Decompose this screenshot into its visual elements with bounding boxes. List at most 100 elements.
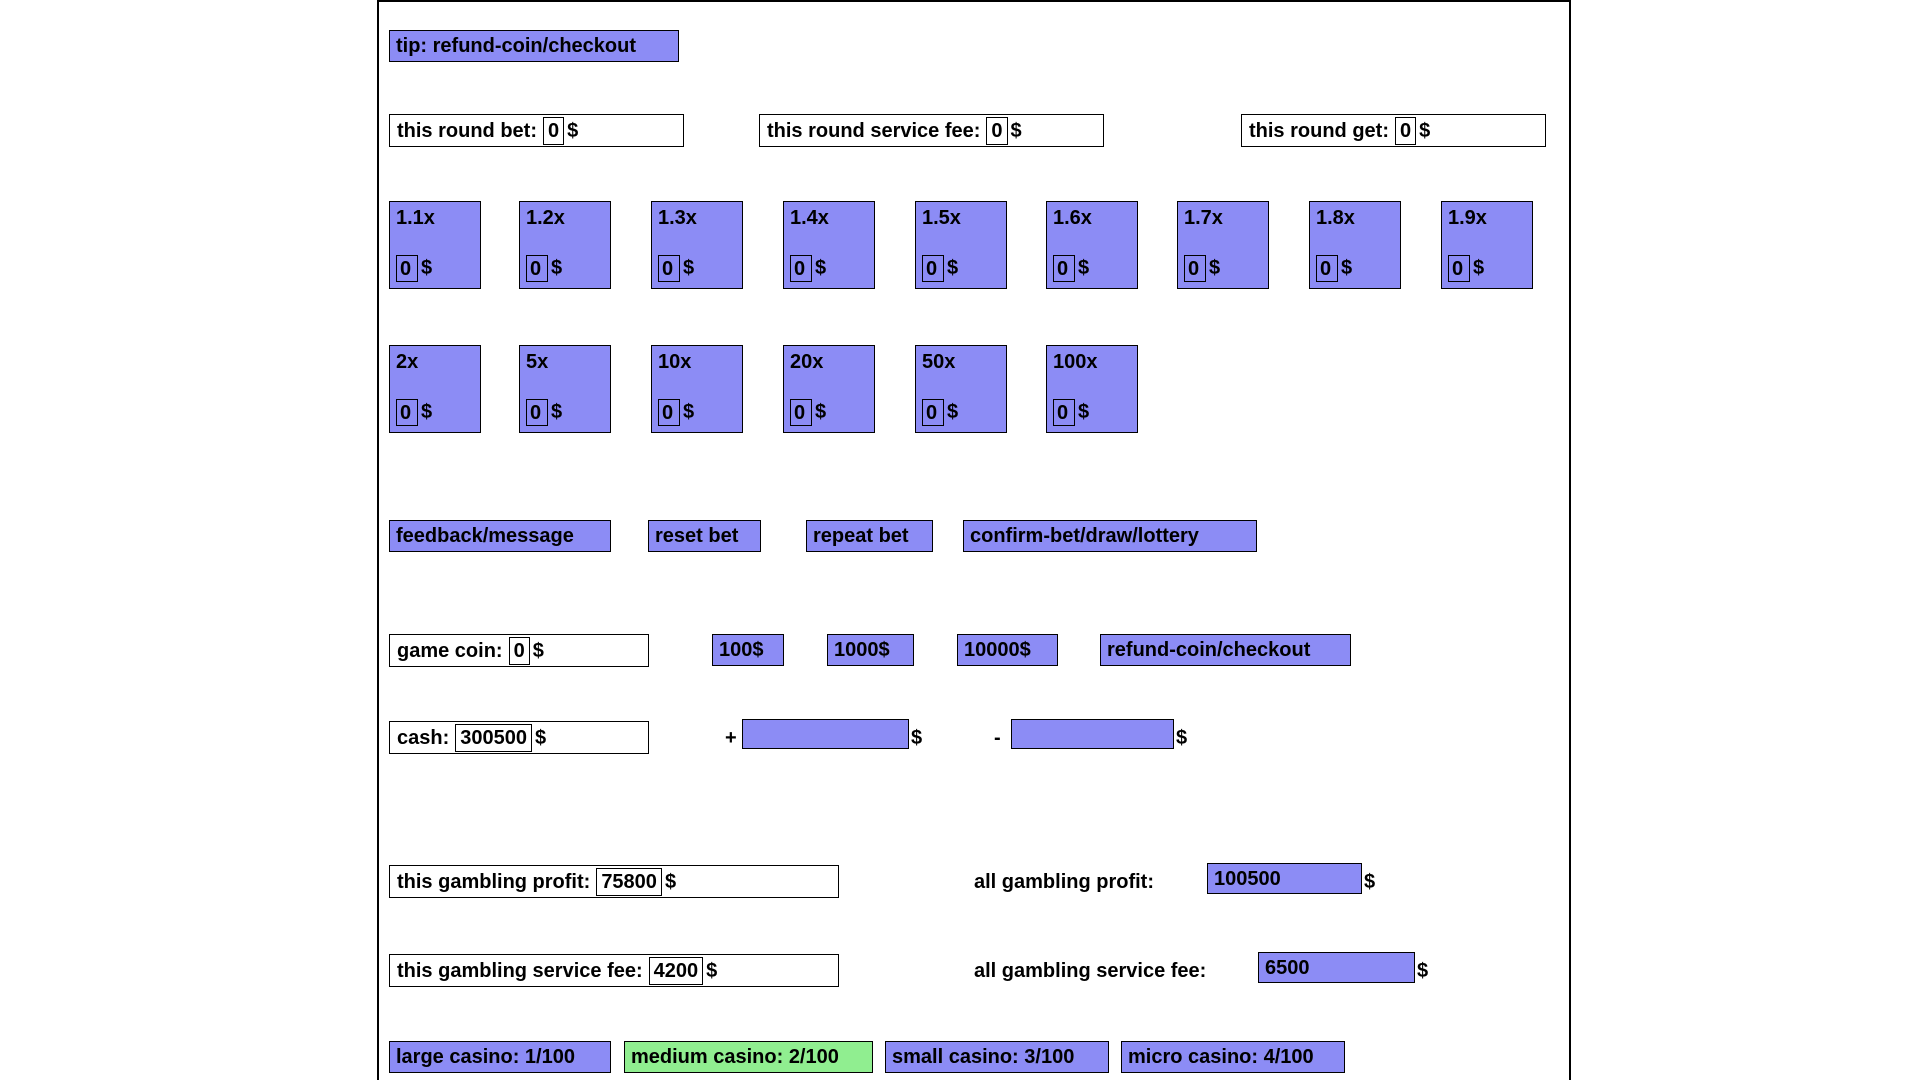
multiplier-tile-1.6x[interactable]: 1.6x 0 $ [1046, 201, 1138, 289]
multiplier-bet-input[interactable]: 0 [1184, 255, 1206, 282]
multiplier-bet-unit: $ [947, 401, 959, 423]
multiplier-bet-unit: $ [1473, 257, 1485, 279]
all-gambling-profit-unit: $ [1364, 871, 1376, 893]
multiplier-bet-input[interactable]: 0 [922, 399, 944, 426]
casino-option-medium[interactable]: medium casino: 2/100 [624, 1041, 873, 1073]
this-round-service-fee-field[interactable]: this round service fee: 0 $ [759, 114, 1104, 147]
multiplier-bet-wrap: 0 $ [396, 399, 432, 426]
page-root: tip: refund-coin/checkout this round bet… [0, 0, 1920, 1080]
multiplier-bet-wrap: 0 $ [1316, 255, 1352, 282]
multiplier-bet-input[interactable]: 0 [1053, 399, 1075, 426]
cash-add-input[interactable] [742, 719, 909, 749]
multiplier-tile-1.8x[interactable]: 1.8x 0 $ [1309, 201, 1401, 289]
multiplier-bet-unit: $ [947, 257, 959, 279]
multiplier-bet-unit: $ [421, 401, 433, 423]
all-gambling-service-fee-unit: $ [1417, 960, 1429, 982]
multiplier-bet-input[interactable]: 0 [1053, 255, 1075, 282]
multiplier-tile-1.2x[interactable]: 1.2x 0 $ [519, 201, 611, 289]
casino-option-large[interactable]: large casino: 1/100 [389, 1041, 611, 1073]
multiplier-tile-1.5x[interactable]: 1.5x 0 $ [915, 201, 1007, 289]
game-coin-unit: $ [532, 639, 544, 662]
multiplier-bet-unit: $ [421, 257, 433, 279]
multiplier-bet-input[interactable]: 0 [396, 399, 418, 426]
multiplier-label: 100x [1053, 351, 1098, 373]
multiplier-label: 10x [658, 351, 692, 373]
this-round-bet-input[interactable]: 0 [542, 116, 565, 145]
reset-bet-button[interactable]: reset bet [648, 520, 761, 552]
repeat-bet-button[interactable]: repeat bet [806, 520, 933, 552]
app-content: tip: refund-coin/checkout this round bet… [379, 2, 1569, 1080]
casino-option-small[interactable]: small casino: 3/100 [885, 1041, 1109, 1073]
multiplier-bet-input[interactable]: 0 [790, 255, 812, 282]
multiplier-bet-input[interactable]: 0 [658, 399, 680, 426]
this-gambling-profit-unit: $ [664, 870, 677, 893]
refund-coin-checkout-button[interactable]: refund-coin/checkout [1100, 634, 1351, 666]
multiplier-bet-unit: $ [1209, 257, 1221, 279]
multiplier-bet-input[interactable]: 0 [1316, 255, 1338, 282]
cash-subtract-input[interactable] [1011, 719, 1174, 749]
this-gambling-service-fee-label: this gambling service fee: [397, 959, 643, 982]
multiplier-bet-wrap: 0 $ [658, 399, 694, 426]
confirm-bet-draw-lottery-button[interactable]: confirm-bet/draw/lottery [963, 520, 1257, 552]
cash-input[interactable]: 300500 [455, 723, 532, 752]
multiplier-bet-input[interactable]: 0 [922, 255, 944, 282]
game-coin-field[interactable]: game coin: 0 $ [389, 634, 649, 667]
multiplier-bet-input[interactable]: 0 [658, 255, 680, 282]
multiplier-tile-20x[interactable]: 20x 0 $ [783, 345, 875, 433]
multiplier-label: 50x [922, 351, 956, 373]
this-round-get-input[interactable]: 0 [1394, 116, 1417, 145]
this-gambling-profit-label: this gambling profit: [397, 870, 591, 893]
this-gambling-profit-field[interactable]: this gambling profit: 75800 $ [389, 865, 839, 898]
multiplier-bet-input[interactable]: 0 [1448, 255, 1470, 282]
multiplier-tile-5x[interactable]: 5x 0 $ [519, 345, 611, 433]
multiplier-label: 1.5x [922, 207, 961, 229]
this-round-service-fee-label: this round service fee: [767, 119, 981, 142]
this-round-get-field[interactable]: this round get: 0 $ [1241, 114, 1546, 147]
all-gambling-profit-input[interactable]: 100500 [1207, 863, 1362, 894]
multiplier-tile-50x[interactable]: 50x 0 $ [915, 345, 1007, 433]
multiplier-bet-input[interactable]: 0 [790, 399, 812, 426]
multiplier-bet-wrap: 0 $ [790, 399, 826, 426]
cash-add-unit: $ [911, 727, 923, 749]
casino-option-micro[interactable]: micro casino: 4/100 [1121, 1041, 1345, 1073]
multiplier-bet-unit: $ [1341, 257, 1353, 279]
multiplier-tile-1.4x[interactable]: 1.4x 0 $ [783, 201, 875, 289]
feedback-message-button[interactable]: feedback/message [389, 520, 611, 552]
multiplier-bet-unit: $ [551, 401, 563, 423]
tip-refund-coin-checkout-button[interactable]: tip: refund-coin/checkout [389, 30, 679, 62]
multiplier-tile-1.1x[interactable]: 1.1x 0 $ [389, 201, 481, 289]
multiplier-bet-input[interactable]: 0 [526, 255, 548, 282]
multiplier-bet-unit: $ [683, 257, 695, 279]
all-gambling-service-fee-input[interactable]: 6500 [1258, 952, 1415, 983]
topup-10000-button[interactable]: 10000$ [957, 634, 1058, 666]
this-round-bet-field[interactable]: this round bet: 0 $ [389, 114, 684, 147]
multiplier-tile-1.7x[interactable]: 1.7x 0 $ [1177, 201, 1269, 289]
multiplier-bet-wrap: 0 $ [396, 255, 432, 282]
multiplier-tile-1.9x[interactable]: 1.9x 0 $ [1441, 201, 1533, 289]
all-gambling-profit-label: all gambling profit: [974, 871, 1154, 893]
multiplier-label: 2x [396, 351, 419, 373]
multiplier-bet-input[interactable]: 0 [526, 399, 548, 426]
multiplier-bet-input[interactable]: 0 [396, 255, 418, 282]
this-round-service-fee-input[interactable]: 0 [986, 116, 1008, 145]
multiplier-bet-wrap: 0 $ [1184, 255, 1220, 282]
this-gambling-service-fee-field[interactable]: this gambling service fee: 4200 $ [389, 954, 839, 987]
topup-1000-button[interactable]: 1000$ [827, 634, 914, 666]
this-gambling-service-fee-input[interactable]: 4200 [648, 956, 704, 985]
this-round-bet-unit: $ [567, 119, 579, 142]
multiplier-bet-unit: $ [815, 257, 827, 279]
multiplier-tile-100x[interactable]: 100x 0 $ [1046, 345, 1138, 433]
cash-field[interactable]: cash: 300500 $ [389, 721, 649, 754]
multiplier-bet-wrap: 0 $ [1053, 399, 1089, 426]
cash-unit: $ [535, 726, 547, 749]
multiplier-bet-wrap: 0 $ [526, 255, 562, 282]
game-coin-input[interactable]: 0 [508, 636, 530, 665]
multiplier-label: 1.6x [1053, 207, 1092, 229]
multiplier-label: 20x [790, 351, 824, 373]
multiplier-tile-10x[interactable]: 10x 0 $ [651, 345, 743, 433]
this-gambling-profit-input[interactable]: 75800 [596, 867, 662, 896]
multiplier-tile-1.3x[interactable]: 1.3x 0 $ [651, 201, 743, 289]
this-round-bet-label: this round bet: [397, 119, 537, 142]
multiplier-tile-2x[interactable]: 2x 0 $ [389, 345, 481, 433]
topup-100-button[interactable]: 100$ [712, 634, 784, 666]
